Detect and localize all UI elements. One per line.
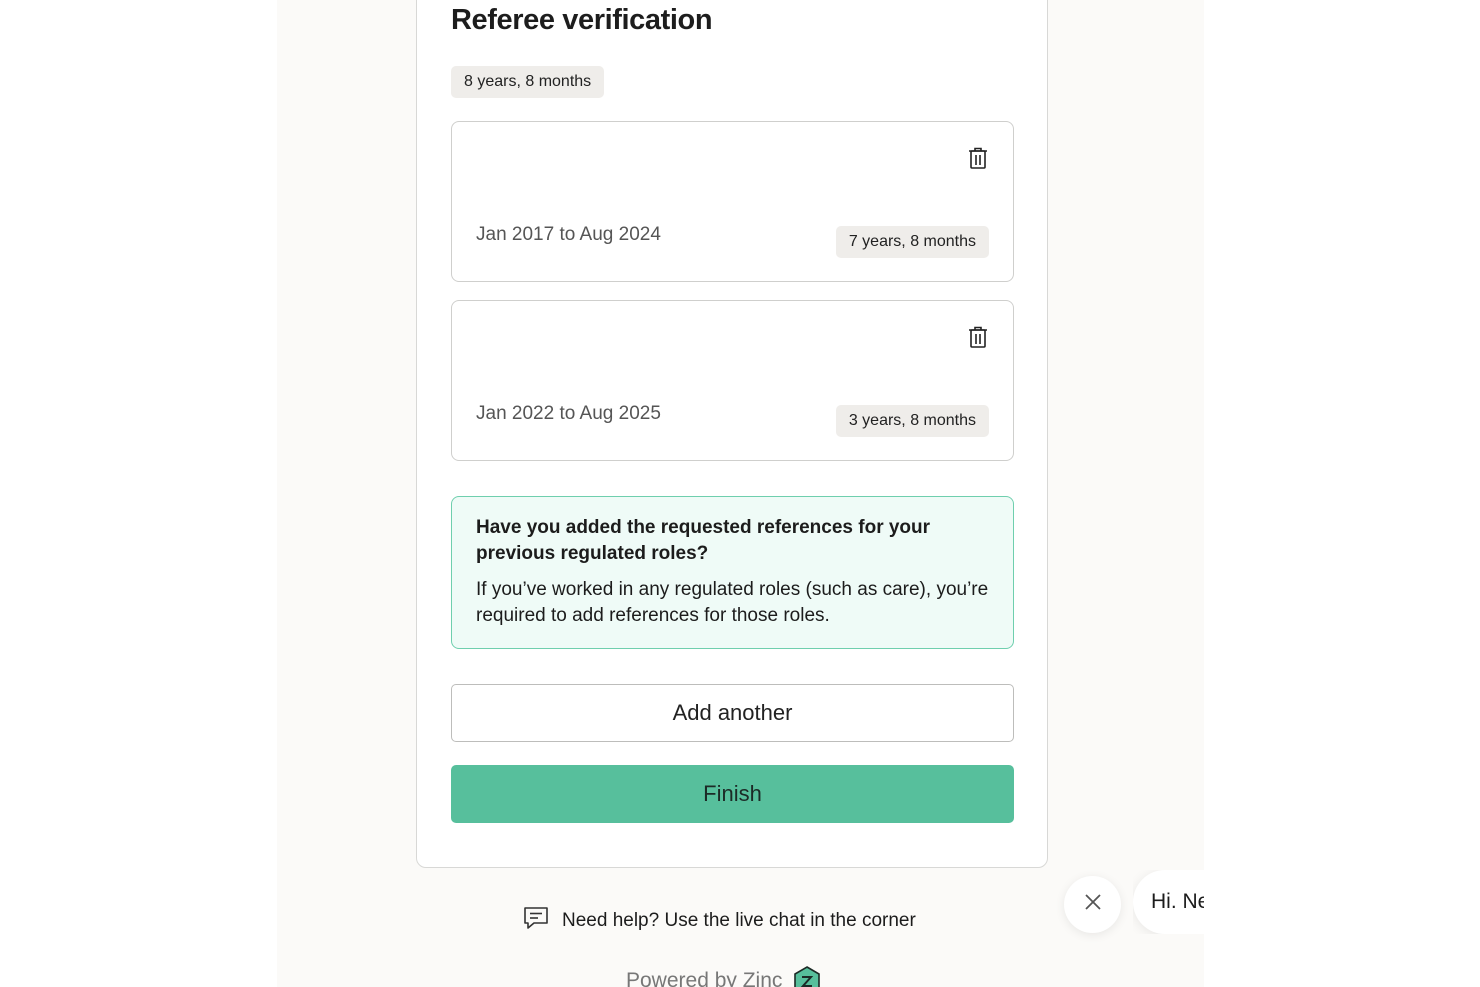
page-title: Referee verification bbox=[451, 4, 713, 36]
add-another-button[interactable]: Add another bbox=[451, 684, 1014, 742]
chat-greeting-bubble[interactable]: Hi. Ne bbox=[1133, 870, 1204, 934]
reference-card: Jan 2022 to Aug 2025 3 years, 8 months bbox=[451, 300, 1014, 461]
notice-body: If you’ve worked in any regulated roles … bbox=[476, 579, 989, 626]
reference-dates: Jan 2022 to Aug 2025 bbox=[476, 403, 661, 424]
reference-duration-badge: 7 years, 8 months bbox=[835, 226, 989, 258]
reference-card: Jan 2017 to Aug 2024 7 years, 8 months bbox=[451, 121, 1014, 282]
viewport: Referee verification 8 years, 8 months J… bbox=[0, 0, 1480, 987]
finish-button[interactable]: Finish bbox=[451, 765, 1014, 823]
trash-icon[interactable] bbox=[967, 146, 989, 170]
help-line: Need help? Use the live chat in the corn… bbox=[522, 904, 916, 938]
chat-bubble-clip: Hi. Ne bbox=[1133, 870, 1204, 934]
total-duration-badge: 8 years, 8 months bbox=[451, 66, 605, 98]
reference-dates: Jan 2017 to Aug 2024 bbox=[476, 224, 661, 245]
reference-duration-badge: 3 years, 8 months bbox=[835, 405, 989, 437]
regulated-roles-notice: Have you added the requested references … bbox=[451, 496, 1014, 649]
chat-message-icon bbox=[522, 904, 550, 938]
notice-title: Have you added the requested references … bbox=[476, 517, 931, 564]
help-text: Need help? Use the live chat in the corn… bbox=[562, 910, 916, 931]
chat-close-button[interactable] bbox=[1064, 876, 1121, 933]
powered-by-text: Powered by Zinc bbox=[626, 969, 783, 987]
powered-by: Powered by Zinc bbox=[626, 966, 822, 987]
trash-icon[interactable] bbox=[967, 325, 989, 349]
zinc-logo-icon bbox=[792, 966, 822, 987]
close-icon bbox=[1083, 892, 1103, 917]
